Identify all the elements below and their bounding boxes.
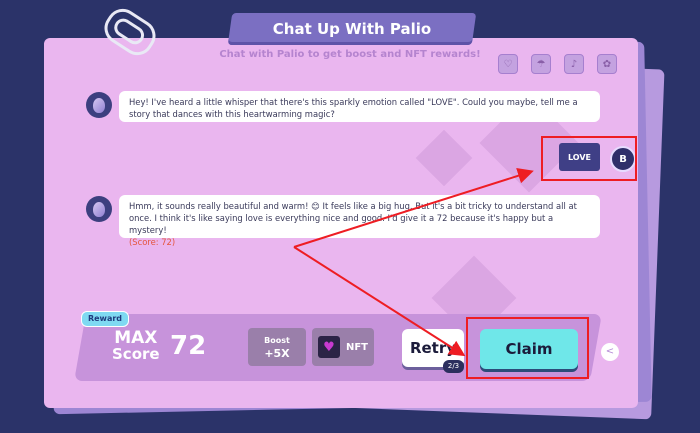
arrow-to-love (293, 168, 534, 248)
arrow-to-retry (293, 246, 466, 357)
annotation-arrows (293, 168, 534, 357)
